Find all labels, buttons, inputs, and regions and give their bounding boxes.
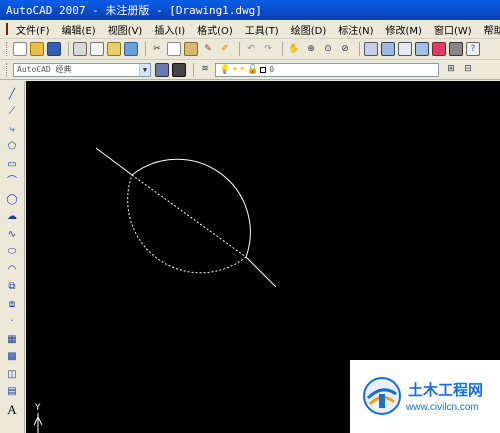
hatch-icon[interactable]: ▦ [5,332,20,347]
paste-icon[interactable] [184,42,198,56]
multiline-text-icon[interactable]: A [5,402,20,417]
toolbar-separator [193,62,194,77]
insert-block-icon[interactable]: ⧉ [5,280,20,295]
properties-icon[interactable] [364,42,378,56]
help-icon[interactable]: ? [466,42,480,56]
line-segment-dashed [131,174,247,258]
app-icon[interactable] [6,23,8,35]
workspace-value: AutoCAD 经典 [17,65,72,74]
zoom-previous-icon[interactable]: ⊘ [338,42,352,56]
workspace-layers-toolbar: AutoCAD 经典 ▼ ≋ 💡 ☀ ☀ 🔓 0 ▼ ⊞ ⊟ [0,60,500,80]
watermark-url: www.civilcn.com [406,402,479,413]
circle-solid-arc [131,158,251,258]
calculator-icon[interactable] [449,42,463,56]
polygon-icon[interactable]: ⬠ [5,140,20,155]
civilcn-logo-icon [363,377,401,415]
undo-icon[interactable]: ↶ [244,42,258,56]
pan-icon[interactable]: ✋ [287,42,301,56]
zoom-realtime-icon[interactable]: ⊕ [304,42,318,56]
table-icon[interactable]: ▤ [5,385,20,400]
markup-icon[interactable] [432,42,446,56]
lightbulb-icon: 💡 [219,64,231,75]
sun-icon: ☀ [232,64,238,75]
workspace-dropdown[interactable]: AutoCAD 经典 ▼ [13,62,151,77]
make-block-icon[interactable]: ⧈ [5,297,20,312]
layer-value: 0 [269,65,275,74]
toolbar-separator [239,42,240,56]
point-icon[interactable]: · [5,315,20,330]
chevron-down-icon[interactable]: ▼ [139,63,150,76]
preview-icon[interactable] [90,42,104,56]
revision-cloud-icon[interactable]: ☁ [5,210,20,225]
region-icon[interactable]: ◫ [5,367,20,382]
title-bar: AutoCAD 2007 - 未注册版 - [Drawing1.dwg] [0,0,500,20]
toolbar-separator [282,42,283,56]
spline-icon[interactable]: ∿ [5,227,20,242]
construction-line-icon[interactable]: ⟋ [5,105,20,120]
sheetset-icon[interactable] [415,42,429,56]
menu-file[interactable]: 文件(F) [16,22,50,37]
toolpalettes-icon[interactable] [398,42,412,56]
toolbar-grip[interactable] [6,62,9,77]
menu-bar: 文件(F) 编辑(E) 视图(V) 插入(I) 格式(O) 工具(T) 绘图(D… [0,20,500,39]
menu-draw[interactable]: 绘图(D) [291,22,327,37]
gradient-icon[interactable]: ▩ [5,350,20,365]
menu-format[interactable]: 格式(O) [197,22,233,37]
menu-help[interactable]: 帮助(H) [484,22,500,37]
redo-icon[interactable]: ↷ [261,42,275,56]
matchprop-icon[interactable]: ✎ [201,42,215,56]
layer-previous-icon[interactable]: ⊟ [461,63,475,77]
rectangle-icon[interactable]: ▭ [5,157,20,172]
layer-current-icon[interactable]: ⊞ [444,63,458,77]
sun-icon: ☀ [239,64,246,75]
menu-view[interactable]: 视图(V) [108,22,143,37]
lock-icon: 🔓 [247,64,259,75]
arc-icon[interactable]: ⌒ [5,175,20,190]
watermark: 土木工程网 www.civilcn.com [350,360,500,433]
toolbar-separator [145,42,146,56]
standard-toolbar: ✂ ✎ ✐ ↶ ↷ ✋ ⊕ ⊙ ⊘ ? [0,39,500,60]
toolbar-grip[interactable] [6,42,9,56]
print-icon[interactable] [73,42,87,56]
line-segment-upper [95,147,133,176]
new-icon[interactable] [13,42,27,56]
window-title: AutoCAD 2007 - 未注册版 - [Drawing1.dwg] [6,4,262,17]
open-icon[interactable] [30,42,44,56]
blockeditor-icon[interactable]: ✐ [218,42,232,56]
ellipse-icon[interactable]: ⬭ [5,245,20,260]
workspace-settings-icon[interactable] [155,62,169,77]
line-icon[interactable]: ╱ [5,87,20,102]
menu-window[interactable]: 窗口(W) [434,22,472,37]
circle-icon[interactable]: ◯ [5,192,20,207]
copy-icon[interactable] [167,42,181,56]
layer-dropdown[interactable]: 💡 ☀ ☀ 🔓 0 [215,62,439,77]
zoom-window-icon[interactable]: ⊙ [321,42,335,56]
publish-icon[interactable] [107,42,121,56]
ellipse-arc-icon[interactable]: ◠ [5,262,20,277]
color-swatch-icon [260,66,267,73]
toolbar-separator [68,42,69,56]
menu-dimension[interactable]: 标注(N) [338,22,373,37]
menu-edit[interactable]: 编辑(E) [62,22,96,37]
toolbar-separator [359,42,360,56]
polyline-icon[interactable]: ⤷ [5,122,20,137]
menu-tools[interactable]: 工具(T) [245,22,279,37]
line-segment-lower [245,256,277,288]
menu-modify[interactable]: 修改(M) [386,22,422,37]
layer-properties-icon[interactable]: ≋ [198,63,212,77]
cut-icon[interactable]: ✂ [150,42,164,56]
watermark-brand: 土木工程网 [408,381,484,399]
plot-icon[interactable] [124,42,138,56]
draw-toolbar: ╱ ⟋ ⤷ ⬠ ▭ ⌒ ◯ ☁ ∿ ⬭ ◠ ⧉ ⧈ · ▦ ▩ ◫ ▤ A [0,81,25,433]
designcenter-icon[interactable] [381,42,395,56]
menu-insert[interactable]: 插入(I) [154,22,185,37]
workspace-save-icon[interactable] [172,62,186,77]
circle-dashed-arc [127,174,247,274]
save-icon[interactable] [47,42,61,56]
ucs-y-label: Y [34,403,41,413]
